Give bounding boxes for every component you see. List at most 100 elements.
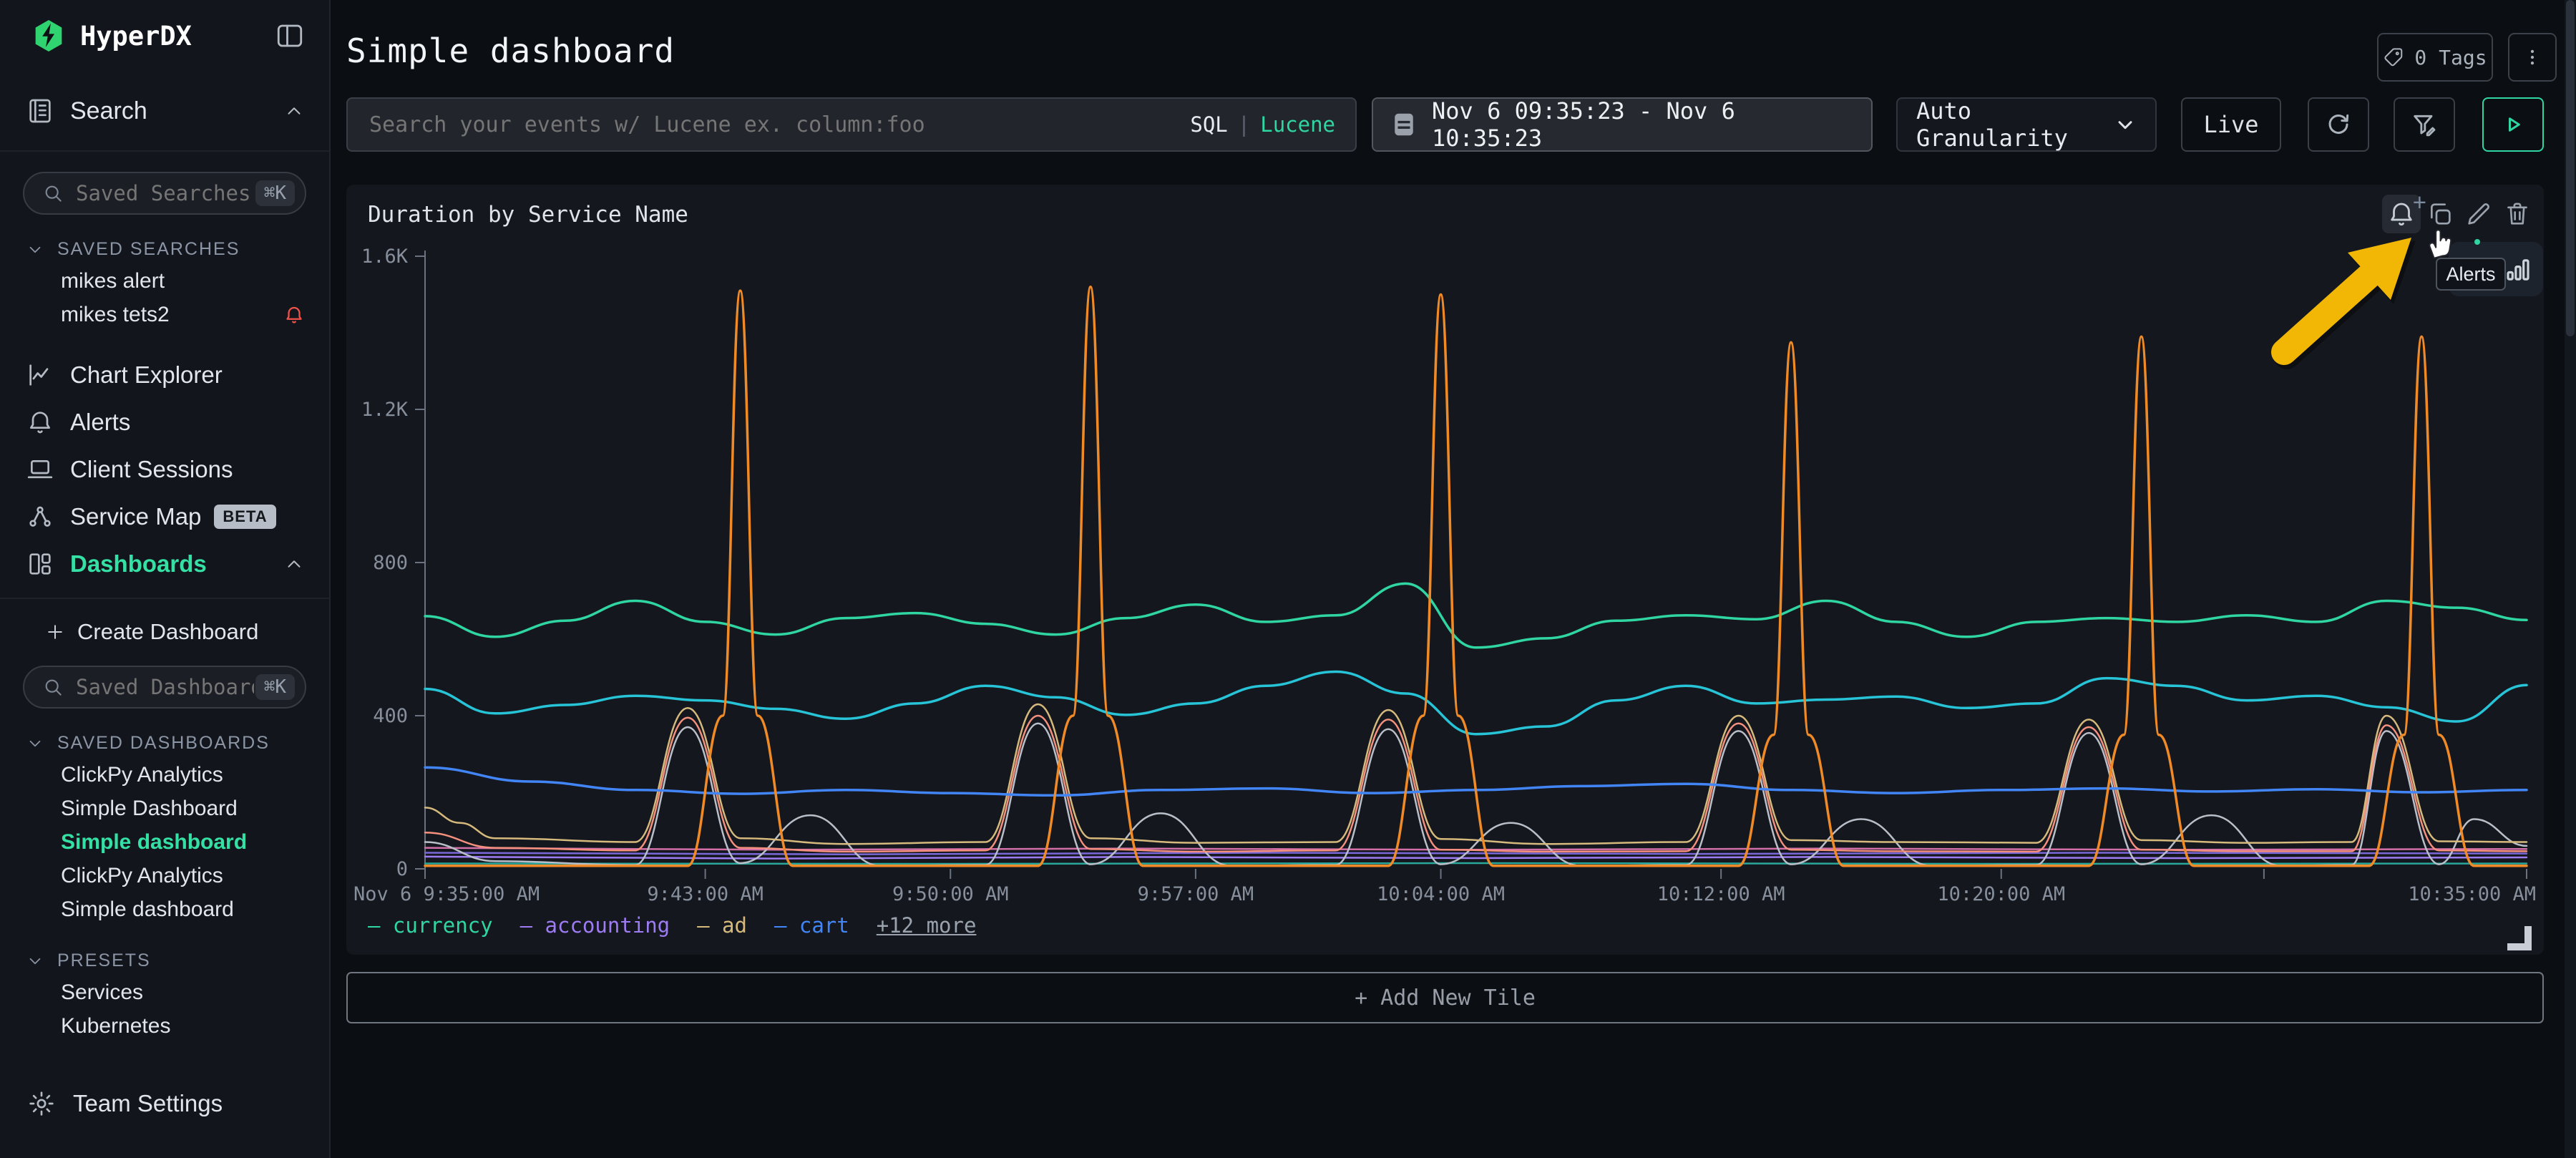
alert-bell-icon xyxy=(283,304,305,326)
sidebar: HyperDX Search ⌘K SAVED SEARCHES mikes a… xyxy=(0,0,331,1158)
line-chart-icon xyxy=(26,361,54,389)
tile-resize-handle[interactable] xyxy=(2507,926,2532,950)
presets-header[interactable]: PRESETS xyxy=(47,950,329,971)
svg-text:1.6K: 1.6K xyxy=(361,245,409,268)
kebab-icon xyxy=(2522,47,2543,68)
dashboard-tile: Duration by Service Name + 04008001.2K1.… xyxy=(346,185,2544,955)
sql-toggle[interactable]: SQL xyxy=(1190,112,1227,137)
gear-icon xyxy=(27,1089,56,1118)
create-dashboard-button[interactable]: Create Dashboard xyxy=(0,615,329,648)
live-button[interactable]: Live xyxy=(2181,97,2281,152)
preset-item-kubernetes[interactable]: Kubernetes xyxy=(0,1009,329,1043)
sidebar-item-team-settings[interactable]: Team Settings xyxy=(0,1089,329,1118)
tags-button[interactable]: 0 Tags xyxy=(2377,33,2493,82)
alerts-tooltip-label: Alerts xyxy=(2436,258,2506,291)
tile-title: Duration by Service Name xyxy=(368,202,688,228)
svg-text:10:35:00 AM: 10:35:00 AM xyxy=(2408,883,2536,905)
chevron-up-icon[interactable] xyxy=(283,553,305,575)
bell-icon xyxy=(26,408,54,437)
legend-item[interactable]: — ad xyxy=(697,913,747,938)
granularity-select[interactable]: Auto Granularity xyxy=(1896,97,2157,152)
preset-item-services[interactable]: Services xyxy=(0,975,329,1009)
sidebar-item-dashboards[interactable]: Dashboards xyxy=(0,540,329,588)
saved-dashboard-item-active[interactable]: Simple dashboard xyxy=(0,825,329,859)
play-icon xyxy=(2500,112,2526,137)
saved-dashboard-item[interactable]: ClickPy Analytics xyxy=(0,758,329,792)
saved-dashboard-item[interactable]: Simple dashboard xyxy=(0,892,329,926)
svg-text:1.2K: 1.2K xyxy=(361,399,409,421)
bar-chart-icon xyxy=(2503,255,2533,285)
cursor-pointer-icon xyxy=(2424,225,2453,261)
svg-text:9:50:00 AM: 9:50:00 AM xyxy=(892,883,1009,905)
journal-icon xyxy=(26,97,54,125)
main-content: Simple dashboard 0 Tags SQL | Lucene Nov… xyxy=(329,0,2565,1158)
kebab-menu-button[interactable] xyxy=(2508,33,2557,82)
service-map-icon xyxy=(26,502,54,531)
annotation-arrow xyxy=(2235,206,2443,378)
scrollbar-thumb[interactable] xyxy=(2566,0,2575,336)
saved-dashboards-header[interactable]: SAVED DASHBOARDS xyxy=(47,733,329,754)
saved-dashboards-search[interactable]: ⌘K xyxy=(23,666,306,709)
svg-text:10:04:00 AM: 10:04:00 AM xyxy=(1377,883,1505,905)
filter-button[interactable] xyxy=(2394,97,2455,152)
laptop-icon xyxy=(26,455,54,484)
saved-searches-input[interactable] xyxy=(74,180,255,206)
search-icon xyxy=(42,676,64,699)
legend-more-link[interactable]: +12 more xyxy=(877,913,977,938)
event-search-bar[interactable]: SQL | Lucene xyxy=(346,97,1357,152)
green-dot xyxy=(2474,239,2480,245)
time-range-value: Nov 6 09:35:23 - Nov 6 10:35:23 xyxy=(1432,97,1853,152)
refresh-button[interactable] xyxy=(2308,97,2369,152)
svg-text:400: 400 xyxy=(373,705,408,727)
saved-search-item[interactable]: mikes tets2 xyxy=(0,298,329,331)
duration-chart: 04008001.2K1.6KNov 6 9:35:00 AM9:43:00 A… xyxy=(352,236,2538,945)
tile-delete-button[interactable] xyxy=(2498,195,2537,233)
sidebar-search-label: Search xyxy=(70,97,283,125)
app-title: HyperDX xyxy=(80,21,275,52)
legend-item[interactable]: — cart xyxy=(774,913,849,938)
shortcut-badge: ⌘K xyxy=(255,180,295,206)
sidebar-item-client-sessions[interactable]: Client Sessions xyxy=(0,446,329,493)
sidebar-item-chart-explorer[interactable]: Chart Explorer xyxy=(0,351,329,399)
chevron-down-icon xyxy=(2114,113,2137,136)
svg-text:10:12:00 AM: 10:12:00 AM xyxy=(1657,883,1785,905)
tile-edit-button[interactable] xyxy=(2459,195,2498,233)
search-icon xyxy=(42,182,64,205)
sidebar-item-search[interactable]: Search xyxy=(0,72,329,152)
sidebar-item-alerts[interactable]: Alerts xyxy=(0,399,329,446)
svg-text:800: 800 xyxy=(373,552,408,574)
sidebar-content: ⌘K SAVED SEARCHES mikes alert mikes tets… xyxy=(0,152,329,1158)
shortcut-badge: ⌘K xyxy=(255,674,295,700)
language-divider: | xyxy=(1238,112,1250,137)
collapse-sidebar-icon[interactable] xyxy=(275,21,305,51)
legend-item[interactable]: — currency xyxy=(368,913,493,938)
hyperdx-logo-icon xyxy=(33,19,64,53)
tag-icon xyxy=(2383,47,2404,68)
saved-searches-search[interactable]: ⌘K xyxy=(23,172,306,215)
saved-searches-header[interactable]: SAVED SEARCHES xyxy=(47,239,329,260)
sidebar-item-service-map[interactable]: Service Map BETA xyxy=(0,493,329,540)
granularity-value: Auto Granularity xyxy=(1916,97,2114,152)
saved-dashboard-item[interactable]: Simple Dashboard xyxy=(0,792,329,825)
svg-text:Nov 6 9:35:00 AM: Nov 6 9:35:00 AM xyxy=(353,883,540,905)
event-search-input[interactable] xyxy=(368,112,1190,138)
filter-icon xyxy=(2410,110,2439,139)
run-query-button[interactable] xyxy=(2482,97,2544,152)
beta-badge: BETA xyxy=(214,505,275,529)
tags-label: 0 Tags xyxy=(2414,46,2487,69)
saved-search-item[interactable]: mikes alert xyxy=(0,264,329,298)
refresh-icon xyxy=(2324,110,2353,139)
lucene-toggle[interactable]: Lucene xyxy=(1260,112,1335,137)
dashboards-icon xyxy=(26,550,54,578)
chart-legend: — currency — accounting — ad — cart +12 more xyxy=(368,913,976,938)
page-title: Simple dashboard xyxy=(346,31,675,70)
svg-text:9:57:00 AM: 9:57:00 AM xyxy=(1138,883,1254,905)
time-range-picker[interactable]: Nov 6 09:35:23 - Nov 6 10:35:23 xyxy=(1372,97,1873,152)
svg-text:9:43:00 AM: 9:43:00 AM xyxy=(647,883,763,905)
legend-item[interactable]: — accounting xyxy=(520,913,670,938)
chevron-up-icon[interactable] xyxy=(283,100,305,122)
saved-dashboard-item[interactable]: ClickPy Analytics xyxy=(0,859,329,892)
calendar-icon xyxy=(1392,111,1416,138)
saved-dashboards-input[interactable] xyxy=(74,674,255,700)
add-new-tile-button[interactable]: + Add New Tile xyxy=(346,972,2544,1023)
